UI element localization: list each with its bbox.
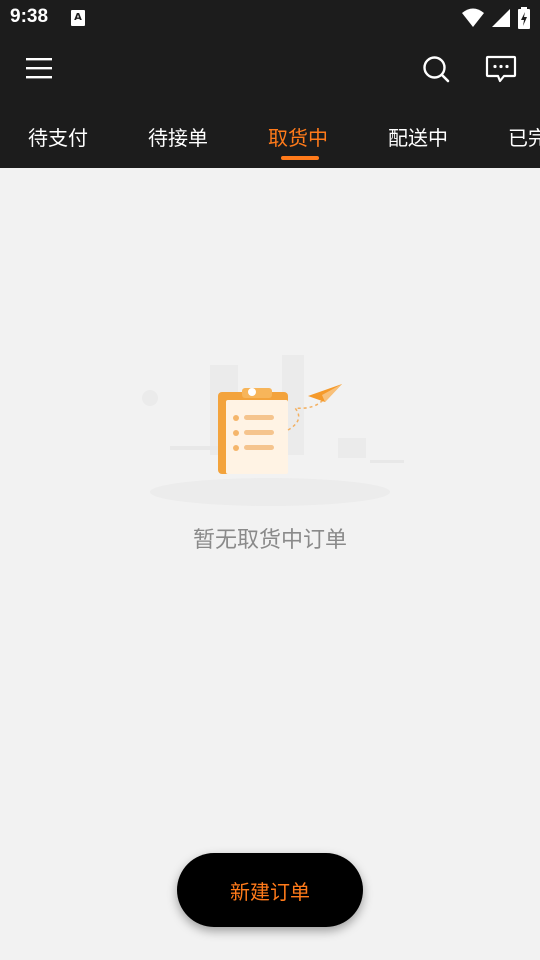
active-tab-indicator: [281, 156, 319, 160]
order-status-tabs: 待支付 待接单 取货中 配送中 已完: [0, 118, 540, 168]
signal-icon: [492, 9, 510, 27]
tab-pending-payment[interactable]: 待支付: [28, 122, 88, 151]
tab-delivering[interactable]: 配送中: [388, 122, 448, 151]
menu-icon[interactable]: [26, 56, 52, 80]
status-icons: [462, 6, 530, 30]
chat-icon[interactable]: [485, 55, 517, 85]
search-icon[interactable]: [422, 55, 450, 83]
new-order-button[interactable]: 新建订单: [177, 853, 363, 927]
empty-state-message: 暂无取货中订单: [192, 528, 347, 553]
status-time: 9:38: [10, 6, 49, 27]
wifi-icon: [462, 8, 484, 27]
notification-a-icon: A: [71, 10, 85, 26]
battery-icon: [518, 7, 530, 29]
tab-completed[interactable]: 已完: [508, 122, 540, 151]
app-header: 待支付 待接单 取货中 配送中 已完: [0, 36, 540, 168]
empty-clipboard-illustration: [142, 355, 404, 506]
tab-picking-up[interactable]: 取货中: [268, 122, 328, 151]
tab-pending-accept[interactable]: 待接单: [148, 122, 208, 151]
status-bar: 9:38 A: [0, 0, 540, 36]
